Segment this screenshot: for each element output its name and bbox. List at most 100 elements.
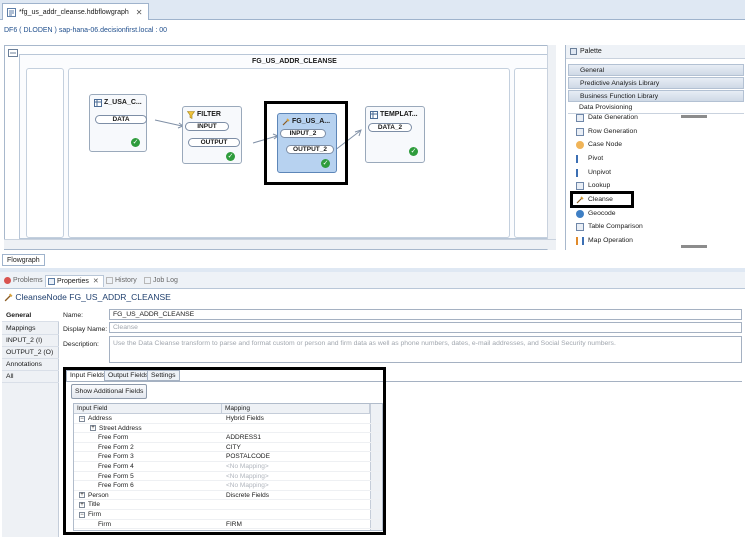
date-icon <box>576 114 584 122</box>
canvas-horizontal-scrollbar[interactable] <box>4 239 556 249</box>
name-label: Name: <box>63 312 84 319</box>
nav-general[interactable]: General <box>2 310 59 322</box>
nav-annotations[interactable]: Annotations <box>2 359 59 371</box>
nav-all[interactable]: All <box>2 371 59 383</box>
input-fields-highlight <box>63 367 386 535</box>
template-table-icon <box>370 111 378 119</box>
palette-item-label: Map Operation <box>588 237 633 244</box>
case-icon <box>576 141 584 149</box>
cleanse-icon <box>282 118 290 126</box>
palette-scroll-down[interactable] <box>681 245 707 248</box>
palette-item-case-node[interactable]: Case Node <box>574 139 622 151</box>
filter-icon <box>187 111 195 119</box>
table-icon <box>94 99 102 107</box>
node-type: CleanseNode <box>15 292 67 302</box>
palette-drawer-business[interactable]: Business Function Library <box>568 90 744 102</box>
check-icon: ✓ <box>131 138 140 147</box>
description-field[interactable]: Use the Data Cleanse transform to parse … <box>109 336 742 363</box>
palette-item-label: Row Generation <box>588 128 638 135</box>
cleanse-port-in[interactable]: INPUT_2 <box>280 129 326 138</box>
tab-history[interactable]: History <box>104 275 137 287</box>
properties-icon <box>48 278 55 285</box>
check-icon: ✓ <box>226 152 235 161</box>
connection-info: DF6 ( DLODEN ) sap-hana-06.decisionfirst… <box>4 27 168 34</box>
tab-label: Job Log <box>153 277 178 284</box>
filter-node[interactable]: FILTER INPUT OUTPUT ✓ <box>182 106 242 164</box>
name-field[interactable]: FG_US_ADDR_CLEANSE <box>109 309 742 320</box>
display-name-label: Display Name: <box>63 326 108 333</box>
palette-header: Palette <box>566 45 745 59</box>
palette-item-unpivot[interactable]: Unpivot <box>574 167 611 179</box>
palette-item-label: Lookup <box>588 182 611 189</box>
palette-item-row-generation[interactable]: Row Generation <box>574 126 637 138</box>
nav-output-2[interactable]: OUTPUT_2 (O) <box>2 347 59 359</box>
palette-item-pivot[interactable]: Pivot <box>574 153 603 165</box>
flowgraph-canvas[interactable]: FG_US_ADDR_CLEANSE Z_USA_C... DATA ✓ FIL… <box>4 45 556 250</box>
close-icon[interactable]: ✕ <box>93 278 99 285</box>
compare-icon <box>576 223 584 231</box>
cleanse-node[interactable]: FG_US_A... INPUT_2 OUTPUT_2 ✓ <box>277 113 337 173</box>
tab-job-log[interactable]: Job Log <box>142 275 178 287</box>
nav-mappings[interactable]: Mappings <box>2 323 59 335</box>
problems-icon <box>4 277 11 284</box>
flowgraph-file-icon <box>7 7 16 17</box>
rows-icon <box>576 128 584 136</box>
cleanse-highlight <box>570 191 634 208</box>
target-port-in[interactable]: DATA_2 <box>368 123 412 132</box>
canvas-vertical-scrollbar[interactable] <box>547 45 556 250</box>
palette-item-table-comparison[interactable]: Table Comparison <box>574 221 643 233</box>
tab-label: Problems <box>13 277 43 284</box>
unpivot-icon <box>576 169 584 177</box>
source-node[interactable]: Z_USA_C... DATA ✓ <box>89 94 147 152</box>
map-operation-icon <box>576 237 584 245</box>
palette-item-label: Table Comparison <box>588 223 643 230</box>
filter-node-title: FILTER <box>197 111 221 118</box>
properties-nav: General Mappings INPUT_2 (I) OUTPUT_2 (O… <box>2 310 59 537</box>
target-node-title: TEMPLAT... <box>380 111 418 118</box>
source-node-title: Z_USA_C... <box>104 99 142 106</box>
palette-item-label: Geocode <box>588 210 616 217</box>
palette-item-date-generation[interactable]: Date Generation <box>574 112 638 124</box>
node-name: FG_US_ADDR_CLEANSE <box>69 292 171 302</box>
filter-port-out[interactable]: OUTPUT <box>188 138 240 147</box>
display-name-field[interactable]: Cleanse <box>109 322 742 333</box>
tab-properties[interactable]: Properties ✕ <box>45 275 104 287</box>
description-label: Description: <box>63 341 99 348</box>
close-icon[interactable]: ✕ <box>136 8 143 17</box>
check-icon: ✓ <box>409 147 418 156</box>
palette-item-label: Pivot <box>588 155 604 162</box>
editor-tab-bar: *fg_us_addr_cleanse.hdbflowgraph ✕ <box>0 0 745 20</box>
lookup-icon <box>576 182 584 190</box>
editor-tab-label: *fg_us_addr_cleanse.hdbflowgraph <box>19 8 129 16</box>
tab-label: Properties <box>57 278 89 285</box>
flowgraph-tab[interactable]: Flowgraph <box>2 254 45 266</box>
nav-input-2[interactable]: INPUT_2 (I) <box>2 335 59 347</box>
target-node[interactable]: TEMPLAT... DATA_2 ✓ <box>365 106 425 163</box>
source-port-out[interactable]: DATA <box>95 115 147 124</box>
view-tab-bar: Problems Properties ✕ History Job Log <box>0 272 745 289</box>
history-icon <box>106 277 113 284</box>
pivot-icon <box>576 155 584 163</box>
palette-drawer-predictive[interactable]: Predictive Analysis Library <box>568 77 744 89</box>
palette-item-label: Case Node <box>588 141 623 148</box>
check-icon: ✓ <box>321 159 330 168</box>
cleanse-icon <box>4 293 13 302</box>
palette-icon <box>570 47 577 55</box>
globe-icon <box>576 210 584 218</box>
job-log-icon <box>144 277 151 284</box>
palette-title: Palette <box>580 48 602 55</box>
editor-tab[interactable]: *fg_us_addr_cleanse.hdbflowgraph ✕ <box>2 3 150 20</box>
palette-item-label: Date Generation <box>588 114 638 121</box>
palette-panel: Palette General Predictive Analysis Libr… <box>565 45 745 250</box>
tab-problems[interactable]: Problems <box>2 275 43 287</box>
palette-drawer-general[interactable]: General <box>568 64 744 76</box>
palette-scroll-up[interactable] <box>681 115 707 118</box>
palette-item-map-operation[interactable]: Map Operation <box>574 235 633 247</box>
tab-label: History <box>115 277 137 284</box>
properties-title: CleanseNode FG_US_ADDR_CLEANSE <box>4 292 171 302</box>
cleanse-node-title: FG_US_A... <box>292 118 331 125</box>
palette-item-geocode[interactable]: Geocode <box>574 208 616 220</box>
filter-port-in[interactable]: INPUT <box>185 122 229 131</box>
palette-item-label: Unpivot <box>588 169 612 176</box>
cleanse-port-out[interactable]: OUTPUT_2 <box>286 145 334 154</box>
